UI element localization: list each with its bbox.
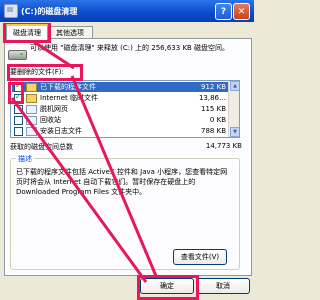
total-space-label: 获取的磁盘空间总数 <box>10 143 73 151</box>
folder-icon <box>26 93 37 103</box>
list-item[interactable]: 回收站 0 KB <box>12 115 228 125</box>
files-list[interactable]: 已下载的程序文件 912 KB Internet 临时文件 13,86… 脱机网… <box>10 80 240 138</box>
disk-cleanup-window: (C:)的磁盘清理 ? ✕ 磁盘清理 其他选项 可以使用 "磁盘清理" 来释放 … <box>0 0 254 300</box>
file-name: 脱机网页 <box>40 105 68 113</box>
help-icon[interactable]: ? <box>215 3 232 20</box>
checkbox-icon[interactable] <box>14 92 23 103</box>
file-size: 0 KB <box>209 116 226 124</box>
list-scrollbar[interactable]: ▲ ▼ <box>228 81 239 137</box>
checkbox-icon[interactable] <box>14 126 23 136</box>
file-size: 115 KB <box>201 105 226 113</box>
file-size: 13,86… <box>198 94 226 102</box>
close-icon[interactable]: ✕ <box>233 3 250 20</box>
list-item[interactable]: 已下载的程序文件 912 KB <box>12 81 228 92</box>
window-title: (C:)的磁盘清理 <box>21 6 78 16</box>
total-space-value: 14,773 KB <box>205 142 242 150</box>
ok-button[interactable]: 确定 <box>140 278 194 294</box>
view-files-button[interactable]: 查看文件(V) <box>173 249 227 265</box>
title-bar[interactable]: (C:)的磁盘清理 ? ✕ <box>0 0 254 22</box>
cancel-button[interactable]: 取消 <box>196 278 250 294</box>
checkbox-icon[interactable] <box>14 81 23 92</box>
file-name: 已下载的程序文件 <box>40 83 96 91</box>
drive-icon <box>8 45 27 60</box>
disk-cleanup-icon <box>4 4 18 18</box>
tab-disk-cleanup[interactable]: 磁盘清理 <box>6 24 48 40</box>
file-name: Internet 临时文件 <box>40 94 99 102</box>
checkbox-icon[interactable] <box>14 115 23 125</box>
log-file-icon <box>26 126 37 136</box>
intro-text: 可以使用 "磁盘清理" 来释放 (C:) 上的 256,633 KB 磁盘空间。 <box>30 44 230 52</box>
list-item[interactable]: 安装日志文件 788 KB <box>12 126 228 136</box>
file-size: 788 KB <box>201 127 226 135</box>
checkbox-icon[interactable] <box>14 104 23 114</box>
page-icon <box>26 104 37 114</box>
scroll-up-icon[interactable]: ▲ <box>230 81 239 91</box>
description-text: 已下载的程序文件包括 ActiveX 控件和 Java 小程序，您查看特定网页时… <box>16 168 228 196</box>
description-title: 描述 <box>16 154 34 164</box>
file-name: 回收站 <box>40 116 61 124</box>
folder-icon <box>26 82 37 92</box>
list-item[interactable]: 脱机网页 115 KB <box>12 104 228 114</box>
file-size: 912 KB <box>201 83 226 91</box>
list-item[interactable]: Internet 临时文件 13,86… <box>12 92 228 103</box>
scroll-down-icon[interactable]: ▼ <box>230 127 239 137</box>
recycle-bin-icon <box>26 115 37 125</box>
file-name: 安装日志文件 <box>40 127 82 135</box>
files-to-delete-label: 要删除的文件(F): <box>10 68 64 76</box>
